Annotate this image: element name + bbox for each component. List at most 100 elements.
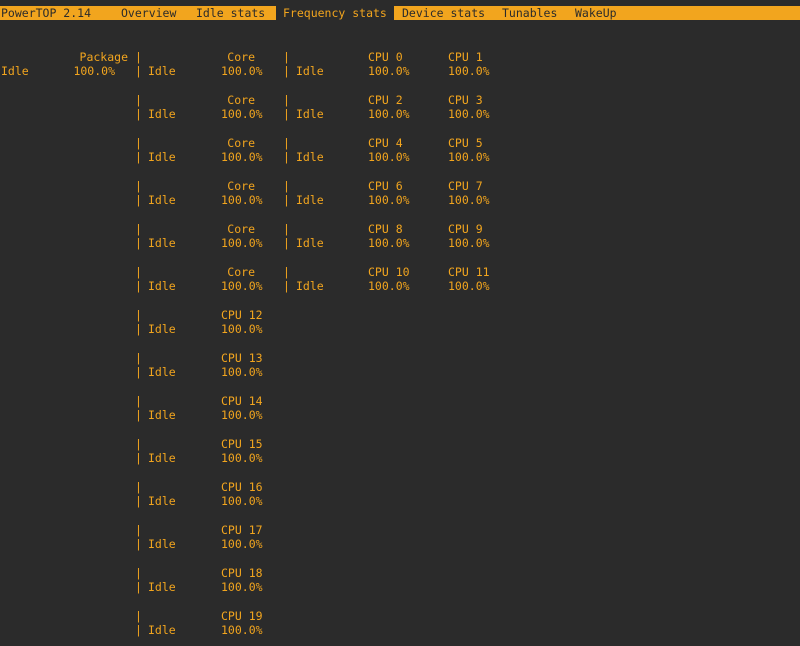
- cpu-header: CPU 18: [221, 566, 263, 580]
- core-idle-value: 100.0%: [221, 279, 263, 293]
- column-separator: |: [283, 265, 290, 279]
- cpu-header: CPU 15: [221, 437, 263, 451]
- column-separator: |: [135, 50, 142, 64]
- core-header: Core: [227, 222, 255, 236]
- cpu-header: CPU 14: [221, 394, 263, 408]
- column-separator: |: [135, 222, 142, 236]
- cpu-idle-value: 100.0%: [448, 193, 490, 207]
- cpu-header: CPU 13: [221, 351, 263, 365]
- cpu-header: CPU 17: [221, 523, 263, 537]
- cpu-idle-value: 100.0%: [448, 64, 490, 78]
- column-separator: |: [135, 609, 142, 623]
- cpu-header: CPU 6: [368, 179, 403, 193]
- cpu-idle-label: Idle: [296, 64, 324, 78]
- column-separator: |: [135, 365, 142, 379]
- cpu-header: CPU 2: [368, 93, 403, 107]
- column-separator: |: [135, 351, 142, 365]
- cpu-header: CPU 4: [368, 136, 403, 150]
- column-separator: |: [135, 451, 142, 465]
- core-header: Core: [227, 179, 255, 193]
- core-idle-label: Idle: [148, 322, 176, 336]
- column-separator: |: [135, 537, 142, 551]
- column-separator: |: [135, 494, 142, 508]
- core-idle-value: 100.0%: [221, 107, 263, 121]
- column-separator: |: [283, 64, 290, 78]
- cpu-idle-value: 100.0%: [368, 279, 410, 293]
- column-separator: |: [283, 179, 290, 193]
- package-idle-label: Idle: [1, 64, 29, 78]
- column-separator: |: [135, 580, 142, 594]
- column-separator: |: [135, 437, 142, 451]
- column-separator: |: [135, 136, 142, 150]
- cpu-header: CPU 12: [221, 308, 263, 322]
- cpu-header: CPU 11: [448, 265, 490, 279]
- core-idle-label: Idle: [148, 494, 176, 508]
- column-separator: |: [135, 265, 142, 279]
- cpu-header: CPU 19: [221, 609, 263, 623]
- cpu-idle-value: 100.0%: [368, 236, 410, 250]
- column-separator: |: [135, 64, 142, 78]
- core-header: Core: [227, 50, 255, 64]
- cpu-idle-value: 100.0%: [368, 150, 410, 164]
- core-idle-label: Idle: [148, 580, 176, 594]
- core-idle-value: 100.0%: [221, 64, 263, 78]
- core-idle-label: Idle: [148, 236, 176, 250]
- column-separator: |: [283, 136, 290, 150]
- core-idle-label: Idle: [148, 279, 176, 293]
- column-separator: |: [135, 322, 142, 336]
- cpu-idle-value: 100.0%: [448, 107, 490, 121]
- column-separator: |: [135, 107, 142, 121]
- column-separator: |: [283, 93, 290, 107]
- core-idle-value: 100.0%: [221, 236, 263, 250]
- cpu-idle-value: 100.0%: [448, 236, 490, 250]
- column-separator: |: [135, 623, 142, 637]
- column-separator: |: [135, 308, 142, 322]
- cpu-header: CPU 16: [221, 480, 263, 494]
- column-separator: |: [135, 236, 142, 250]
- column-separator: |: [283, 50, 290, 64]
- column-separator: |: [135, 93, 142, 107]
- column-separator: |: [135, 408, 142, 422]
- cpu-idle-label: Idle: [296, 150, 324, 164]
- cpu-idle-value: 100.0%: [368, 64, 410, 78]
- cpu-header: CPU 1: [448, 50, 483, 64]
- core-idle-label: Idle: [148, 623, 176, 637]
- column-separator: |: [283, 193, 290, 207]
- cpu-idle-label: Idle: [296, 279, 324, 293]
- core-idle-label: Idle: [148, 451, 176, 465]
- core-idle-value: 100.0%: [221, 494, 263, 508]
- column-separator: |: [283, 222, 290, 236]
- column-separator: |: [283, 236, 290, 250]
- core-idle-value: 100.0%: [221, 365, 263, 379]
- column-separator: |: [135, 394, 142, 408]
- cpu-header: CPU 7: [448, 179, 483, 193]
- cpu-idle-label: Idle: [296, 236, 324, 250]
- core-idle-label: Idle: [148, 193, 176, 207]
- core-idle-value: 100.0%: [221, 623, 263, 637]
- core-idle-value: 100.0%: [221, 451, 263, 465]
- core-idle-label: Idle: [148, 150, 176, 164]
- core-idle-value: 100.0%: [221, 408, 263, 422]
- cpu-header: CPU 3: [448, 93, 483, 107]
- frequency-stats-panel: Package | Idle 100.0% | Idle Core 100.0% | | I…: [0, 0, 800, 646]
- core-header: Core: [227, 265, 255, 279]
- core-idle-label: Idle: [148, 64, 176, 78]
- core-idle-value: 100.0%: [221, 537, 263, 551]
- cpu-header: CPU 5: [448, 136, 483, 150]
- cpu-idle-value: 100.0%: [368, 193, 410, 207]
- core-header: Core: [227, 93, 255, 107]
- column-separator: |: [135, 279, 142, 293]
- cpu-idle-label: Idle: [296, 193, 324, 207]
- cpu-header: CPU 8: [368, 222, 403, 236]
- column-separator: |: [135, 523, 142, 537]
- core-idle-label: Idle: [148, 537, 176, 551]
- core-idle-label: Idle: [148, 107, 176, 121]
- core-idle-label: Idle: [148, 408, 176, 422]
- column-separator: |: [135, 566, 142, 580]
- package-idle-value: 100.0%: [73, 64, 115, 78]
- cpu-header: CPU 0: [368, 50, 403, 64]
- core-idle-label: Idle: [148, 365, 176, 379]
- core-idle-value: 100.0%: [221, 193, 263, 207]
- cpu-idle-value: 100.0%: [368, 107, 410, 121]
- column-separator: |: [283, 150, 290, 164]
